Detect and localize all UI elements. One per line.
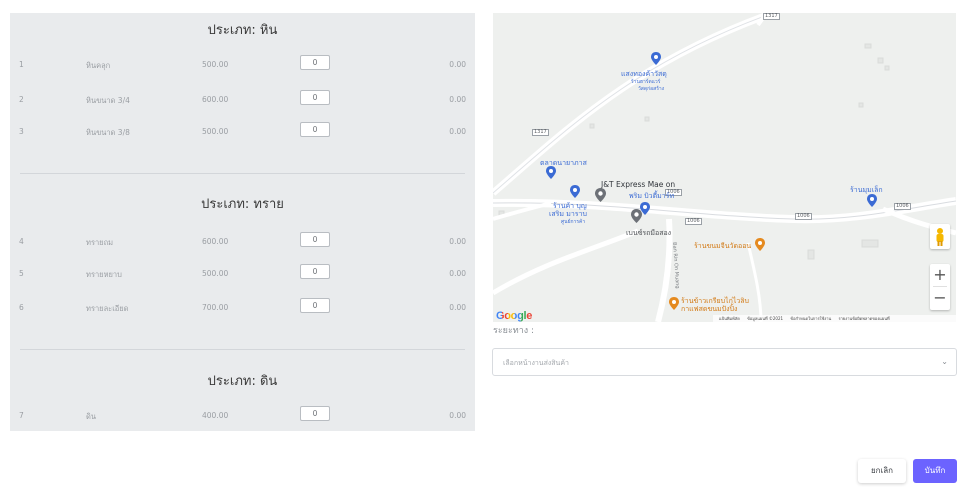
pegman-icon <box>936 228 944 246</box>
poi-label: ร้านค้า บุญ <box>553 202 587 210</box>
map-pin-shopping-icon[interactable] <box>570 185 580 198</box>
row-total: 0.00 <box>449 127 466 136</box>
quantity-input[interactable]: 0 <box>300 122 330 137</box>
map-data-label: ข้อมูลแผนที่ ©2021 <box>747 316 784 321</box>
row-total: 0.00 <box>449 95 466 104</box>
poi-label: J&T Express Mae on <box>601 180 676 189</box>
map-pin-shopping-icon[interactable] <box>546 166 556 179</box>
section-divider <box>20 173 465 174</box>
road-number-tag: 1317 <box>763 13 780 20</box>
save-button[interactable]: บันทึก <box>913 459 957 483</box>
chevron-down-icon: ⌄ <box>941 357 948 366</box>
quantity-input[interactable]: 0 <box>300 232 330 247</box>
product-name: ทรายถม <box>86 238 114 247</box>
row-index: 6 <box>19 303 24 312</box>
zoom-out-button[interactable]: − <box>930 287 950 309</box>
poi-label: ร้านมุมเล็ก <box>850 186 883 194</box>
row-index: 2 <box>19 95 24 104</box>
quantity-input[interactable]: 0 <box>300 298 330 313</box>
product-name: หินคลุก <box>86 61 111 70</box>
poi-label: กาแฟสดขนมปังปิ้ง <box>681 305 738 313</box>
poi-label: แสงทองค้าวัสดุ <box>621 70 667 78</box>
product-row: 1 หินคลุก 500.00 0 0.00 <box>10 54 475 74</box>
product-price: 500.00 <box>202 60 229 69</box>
row-index: 4 <box>19 237 24 246</box>
poi-label: วัสดุก่อสร้าง <box>638 86 665 92</box>
map-pin-shopping-icon[interactable] <box>867 194 877 207</box>
map-pin-restaurant-icon[interactable] <box>669 297 679 310</box>
product-price: 600.00 <box>202 237 229 246</box>
poi-label: เสริม มาราบ <box>549 210 587 218</box>
product-row: 7 ดิน 400.00 0 0.00 <box>10 405 475 425</box>
row-total: 0.00 <box>449 269 466 278</box>
quantity-input[interactable]: 0 <box>300 55 330 70</box>
map-pin-icon[interactable] <box>631 209 642 223</box>
poi-label: ร้านขนมจีนวัดออน <box>694 242 752 250</box>
section-title-rock: ประเภท: หิน <box>207 23 278 38</box>
row-index: 7 <box>19 411 24 420</box>
distance-label: ระยะทาง : <box>493 326 535 336</box>
product-name: หินขนาด 3/4 <box>86 96 130 105</box>
product-row: 4 ทรายถม 600.00 0 0.00 <box>10 231 475 251</box>
quantity-input[interactable]: 0 <box>300 264 330 279</box>
page: ประเภท: หิน 1 หินคลุก 500.00 0 0.00 2 หิ… <box>0 0 965 489</box>
product-row: 5 ทรายหยาบ 500.00 0 0.00 <box>10 263 475 283</box>
map-pin-restaurant-icon[interactable] <box>755 238 765 251</box>
product-price: 500.00 <box>202 127 229 136</box>
destination-select[interactable]: เลือกหน้างานส่งสินค้า ⌄ <box>492 348 957 376</box>
zoom-controls: + − <box>930 264 950 310</box>
map-pin-shopping-icon[interactable] <box>651 52 661 65</box>
destination-select-placeholder: เลือกหน้างานส่งสินค้า <box>503 359 569 367</box>
quantity-input[interactable]: 0 <box>300 406 330 421</box>
road-number-tag: 1317 <box>532 129 549 136</box>
row-total: 0.00 <box>449 60 466 69</box>
road-number-tag: 1006 <box>685 218 702 225</box>
row-index: 5 <box>19 269 24 278</box>
product-name: หินขนาด 3/8 <box>86 128 130 137</box>
street-view-pegman-icon[interactable] <box>930 224 950 249</box>
zoom-in-button[interactable]: + <box>930 264 950 286</box>
row-index: 3 <box>19 127 24 136</box>
google-logo: Google <box>496 310 533 322</box>
road-number-tag: 1006 <box>795 213 812 220</box>
quantity-input[interactable]: 0 <box>300 90 330 105</box>
row-total: 0.00 <box>449 303 466 312</box>
product-price: 400.00 <box>202 411 229 420</box>
report-error-link[interactable]: รายงานข้อผิดพลาดของแผนที่ <box>839 316 890 321</box>
product-name: ทรายหยาบ <box>86 270 122 279</box>
product-name: ทรายละเอียด <box>86 304 129 313</box>
poi-label: ร้านข้าวเกรียบไก่ไวลิบ <box>681 297 750 305</box>
product-name: ดิน <box>86 412 96 421</box>
delivery-map[interactable]: 1317 1317 1006 1006 1006 1006 Ban Rin On… <box>493 13 956 322</box>
map-footer: แป้นพิมพ์ลัด ข้อมูลแผนที่ ©2021 ข้อกำหนด… <box>713 315 956 322</box>
section-divider <box>20 349 465 350</box>
poi-label: ศูนย์การค้า <box>561 219 586 225</box>
poi-label: เบนซ์รถมือสอง <box>626 229 672 237</box>
poi-label: พริม บิวตี้มาร์ท <box>629 192 675 200</box>
keyboard-shortcuts-link[interactable]: แป้นพิมพ์ลัด <box>719 316 740 321</box>
terms-link[interactable]: ข้อกำหนดในการใช้งาน <box>790 316 831 321</box>
row-total: 0.00 <box>449 237 466 246</box>
product-list-panel: ประเภท: หิน 1 หินคลุก 500.00 0 0.00 2 หิ… <box>10 13 475 431</box>
row-total: 0.00 <box>449 411 466 420</box>
road-number-tag: 1006 <box>894 203 911 210</box>
product-row: 2 หินขนาด 3/4 600.00 0 0.00 <box>10 89 475 109</box>
product-price: 700.00 <box>202 303 229 312</box>
section-title-soil: ประเภท: ดิน <box>207 374 278 389</box>
cancel-button[interactable]: ยกเลิก <box>858 459 906 483</box>
section-title-sand: ประเภท: ทราย <box>201 197 284 212</box>
product-row: 6 ทรายละเอียด 700.00 0 0.00 <box>10 297 475 317</box>
row-index: 1 <box>19 60 24 69</box>
map-roads <box>493 13 956 322</box>
map-pin-icon[interactable] <box>595 188 606 202</box>
product-row: 3 หินขนาด 3/8 500.00 0 0.00 <box>10 121 475 141</box>
product-price: 500.00 <box>202 269 229 278</box>
product-price: 600.00 <box>202 95 229 104</box>
